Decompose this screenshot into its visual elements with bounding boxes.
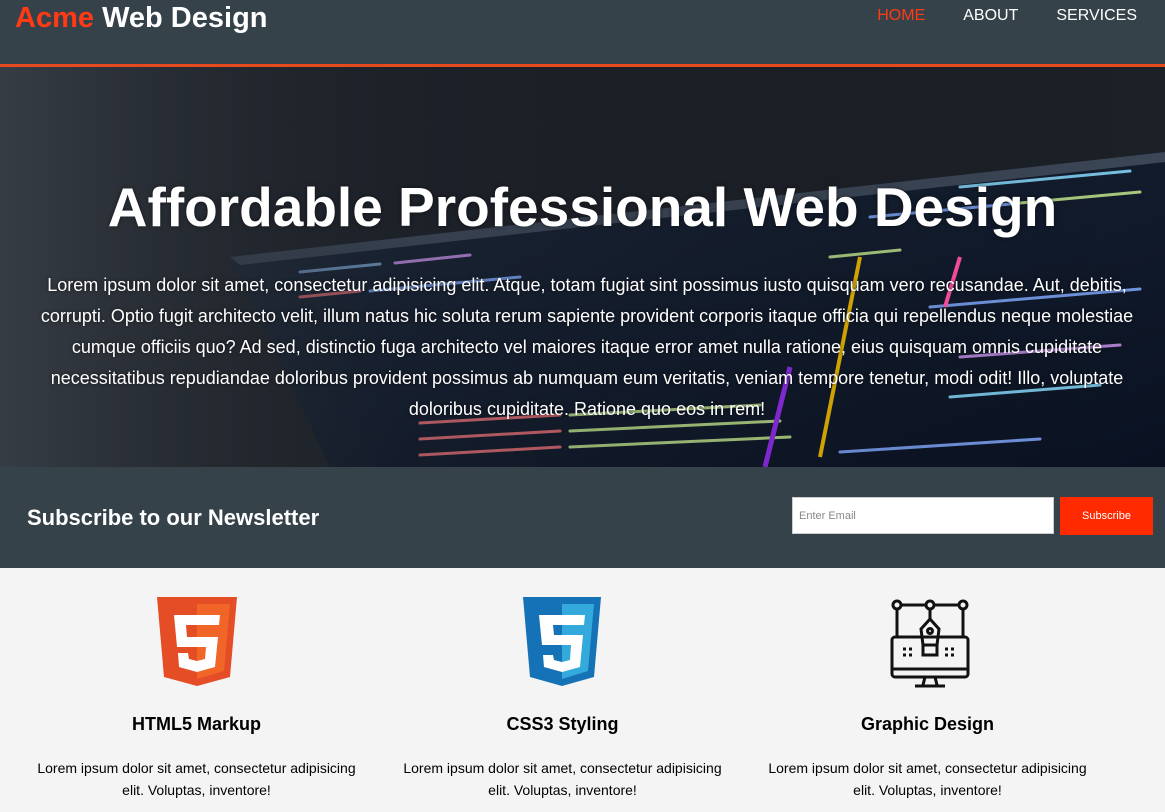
email-input[interactable] xyxy=(792,497,1054,534)
showcase-hero: Affordable Professional Web Design Lorem… xyxy=(0,67,1165,467)
newsletter-title: Subscribe to our Newsletter xyxy=(27,505,320,530)
graphic-design-icon xyxy=(890,599,970,688)
nav-home-link[interactable]: HOME xyxy=(867,7,935,25)
brand-name: Web Design xyxy=(102,2,268,34)
feature-description: Lorem ipsum dolor sit amet, consectetur … xyxy=(37,760,356,798)
nav-about-link[interactable]: ABOUT xyxy=(953,7,1028,25)
css3-icon xyxy=(523,597,601,686)
site-header: Acme Web Design HOME ABOUT SERVICES xyxy=(0,0,1165,67)
subscribe-button[interactable]: Subscribe xyxy=(1060,497,1153,535)
feature-title: HTML5 Markup xyxy=(131,714,261,734)
newsletter-section: Subscribe to our Newsletter Subscribe xyxy=(0,467,1165,568)
brand-highlight: Acme xyxy=(15,2,94,34)
feature-title: CSS3 Styling xyxy=(506,714,619,734)
features-section: HTML5 Markup Lorem ipsum dolor sit amet,… xyxy=(0,568,1165,812)
feature-title: Graphic Design xyxy=(860,714,995,734)
nav-services-link[interactable]: SERVICES xyxy=(1046,7,1147,25)
feature-description: Lorem ipsum dolor sit amet, consectetur … xyxy=(403,760,722,798)
feature-description: Lorem ipsum dolor sit amet, consectetur … xyxy=(768,760,1087,798)
main-nav: HOME ABOUT SERVICES xyxy=(867,7,1165,25)
hero-description: Lorem ipsum dolor sit amet, consectetur … xyxy=(40,275,1134,419)
hero-title: Affordable Professional Web Design xyxy=(107,176,1058,238)
html5-icon xyxy=(157,597,237,686)
site-logo[interactable]: Acme Web Design xyxy=(15,2,268,35)
